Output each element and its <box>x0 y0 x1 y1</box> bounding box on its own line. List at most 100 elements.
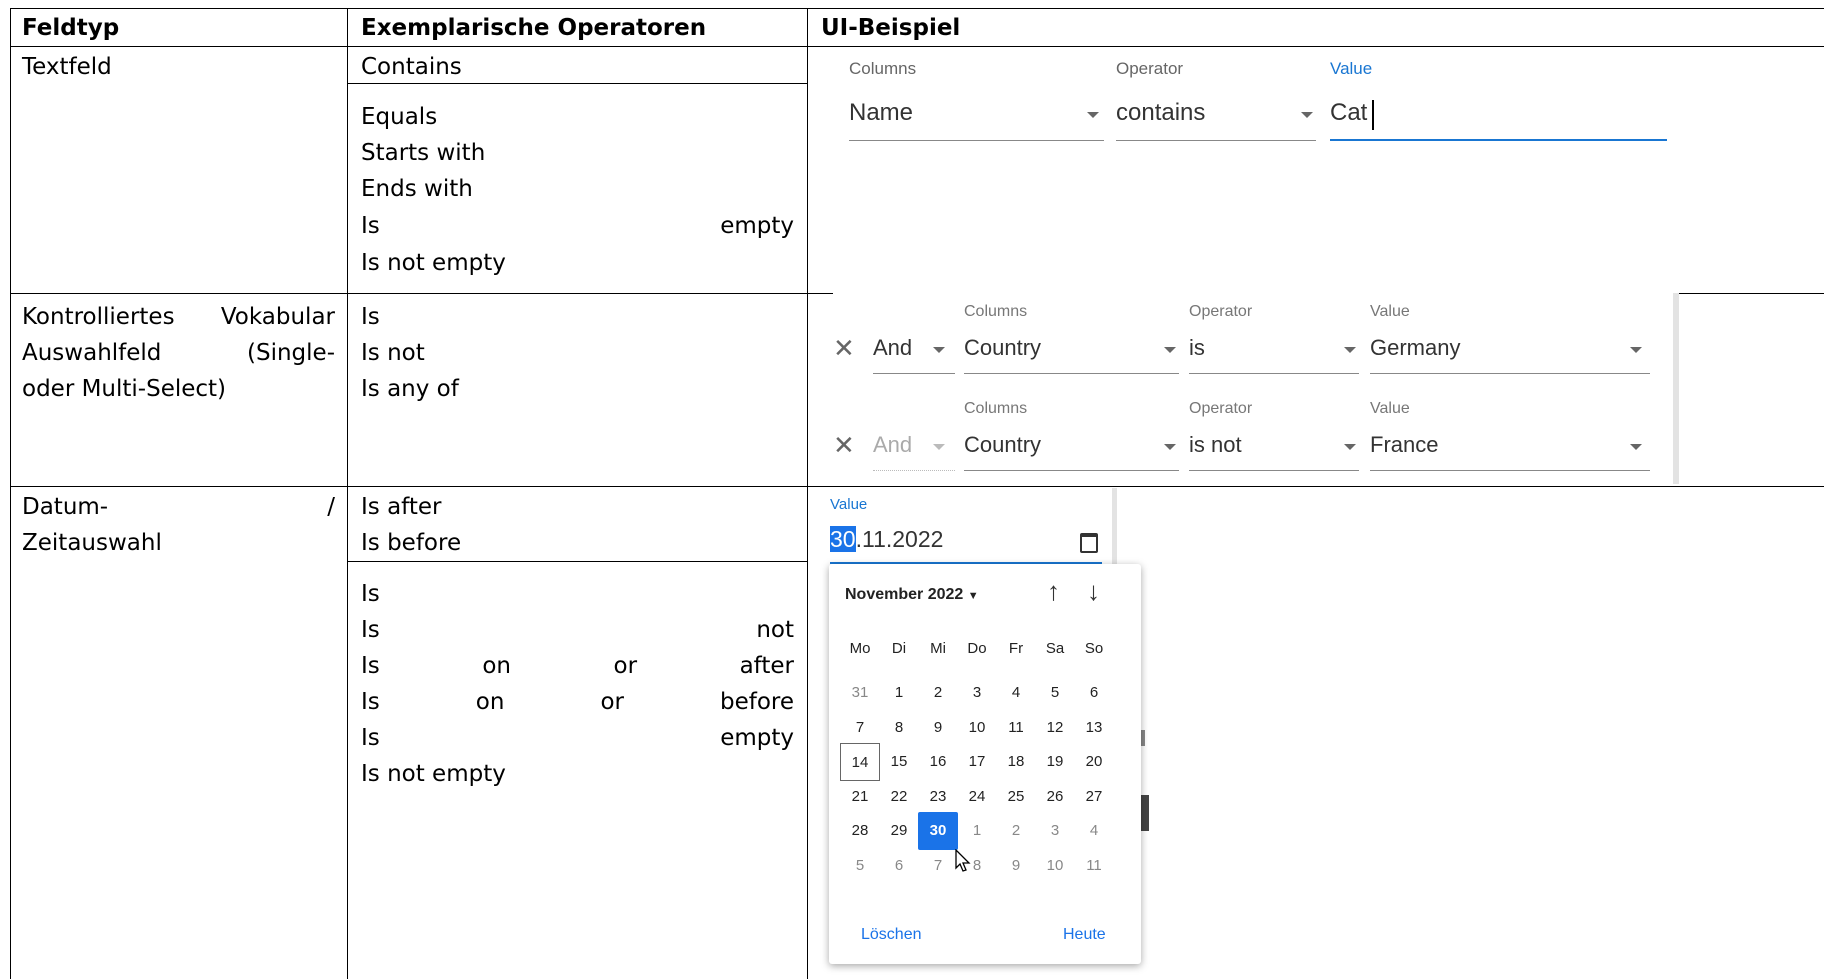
calendar-day[interactable]: 19 <box>1035 743 1075 781</box>
operator-label: Operator <box>1189 400 1253 417</box>
calendar-day-other-month[interactable]: 11 <box>1074 847 1114 885</box>
date-value[interactable]: 30.11.2022 <box>830 526 943 553</box>
grid-top <box>10 8 1824 9</box>
calendar-day[interactable]: 8 <box>879 709 919 747</box>
calendar-day-other-month[interactable]: 9 <box>996 847 1036 885</box>
row1-op-equals: Equals <box>361 104 438 130</box>
value-label: Value <box>830 496 868 513</box>
calendar-day-other-month[interactable]: 7 <box>918 847 958 885</box>
row2-op-is-any-of: Is any of <box>361 376 459 402</box>
calendar-day[interactable]: 12 <box>1035 709 1075 747</box>
calendar-day[interactable]: 22 <box>879 778 919 816</box>
calendar-day[interactable]: 6 <box>1074 674 1114 712</box>
calendar-day[interactable]: 25 <box>996 778 1036 816</box>
close-icon[interactable]: ✕ <box>833 430 855 461</box>
date-rest[interactable]: .11.2022 <box>856 526 944 552</box>
word-on: on <box>482 653 511 679</box>
value-select[interactable]: Germany <box>1370 335 1460 361</box>
row3-op-is-empty: Is empty <box>361 720 794 756</box>
calendar-day[interactable]: 28 <box>840 812 880 850</box>
calendar-day[interactable]: 26 <box>1035 778 1075 816</box>
caret-down-icon: ▼ <box>967 590 979 602</box>
word-is: Is <box>361 689 380 715</box>
background-fragment <box>1141 730 1145 746</box>
columns-select[interactable]: Name <box>849 99 913 127</box>
calendar-day[interactable]: 27 <box>1074 778 1114 816</box>
date-input-field[interactable]: Value 30.11.2022 <box>822 488 1117 564</box>
calendar-day[interactable]: 3 <box>957 674 997 712</box>
clear-button[interactable]: Löschen <box>861 926 922 944</box>
month-year-selector[interactable]: November 2022 ▼ <box>845 586 979 604</box>
calendar-day[interactable]: 20 <box>1074 743 1114 781</box>
word-after: after <box>739 653 794 679</box>
logic-underline <box>873 373 955 374</box>
value-underline <box>1370 373 1650 374</box>
calendar-day[interactable]: 1 <box>879 674 919 712</box>
arrow-down-icon[interactable]: ↓ <box>1087 576 1100 607</box>
word-or: or <box>600 689 624 715</box>
date-day-selected[interactable]: 30 <box>830 526 856 552</box>
chevron-down-icon[interactable] <box>1630 444 1642 450</box>
row3-op-is-after: Is after <box>361 494 442 520</box>
calendar-day[interactable]: 4 <box>996 674 1036 712</box>
calendar-day[interactable]: 29 <box>879 812 919 850</box>
chevron-down-icon[interactable] <box>1164 444 1176 450</box>
operator-underline <box>1189 470 1359 471</box>
calendar-day[interactable]: 7 <box>840 709 880 747</box>
calendar-day-other-month[interactable]: 3 <box>1035 812 1075 850</box>
weekday-label: Sa <box>1045 640 1065 657</box>
value-input[interactable]: Cat <box>1330 99 1367 127</box>
calendar-day[interactable]: 15 <box>879 743 919 781</box>
chevron-down-icon[interactable] <box>1087 112 1099 118</box>
arrow-up-icon[interactable]: ↑ <box>1047 576 1060 607</box>
chevron-down-icon[interactable] <box>1164 347 1176 353</box>
columns-select[interactable]: Country <box>964 335 1041 361</box>
operator-select[interactable]: is <box>1189 335 1205 361</box>
chevron-down-icon[interactable] <box>933 347 945 353</box>
chevron-down-icon[interactable] <box>1630 347 1642 353</box>
value-underline <box>1370 470 1650 471</box>
calendar-day[interactable]: 17 <box>957 743 997 781</box>
calendar-day[interactable]: 30 <box>918 812 958 850</box>
calendar-day[interactable]: 24 <box>957 778 997 816</box>
value-select[interactable]: France <box>1370 432 1438 458</box>
calendar-day[interactable]: 2 <box>918 674 958 712</box>
calendar-day-other-month[interactable]: 6 <box>879 847 919 885</box>
calendar-day[interactable]: 16 <box>918 743 958 781</box>
grid-header-bottom <box>10 46 1824 47</box>
grid-row2-bottom <box>10 486 1824 487</box>
chevron-down-icon[interactable] <box>1344 444 1356 450</box>
columns-label: Columns <box>849 59 917 78</box>
calendar-icon[interactable] <box>1080 533 1098 553</box>
calendar-day-other-month[interactable]: 2 <box>996 812 1036 850</box>
chevron-down-icon[interactable] <box>1301 112 1313 118</box>
chevron-down-icon[interactable] <box>1344 347 1356 353</box>
calendar-day[interactable]: 13 <box>1074 709 1114 747</box>
calendar-day[interactable]: 14 <box>840 743 880 781</box>
calendar-day[interactable]: 18 <box>996 743 1036 781</box>
close-icon[interactable]: ✕ <box>833 333 855 364</box>
columns-select[interactable]: Country <box>964 432 1041 458</box>
calendar-day-other-month[interactable]: 1 <box>957 812 997 850</box>
value-label: Value <box>1370 303 1410 320</box>
calendar-day-other-month[interactable]: 10 <box>1035 847 1075 885</box>
logic-select[interactable]: And <box>873 335 912 361</box>
calendar-day-other-month[interactable]: 4 <box>1074 812 1114 850</box>
calendar-day[interactable]: 11 <box>996 709 1036 747</box>
operator-label: Operator <box>1116 59 1184 78</box>
calendar-day[interactable]: 10 <box>957 709 997 747</box>
calendar-day[interactable]: 9 <box>918 709 958 747</box>
calendar-day[interactable]: 23 <box>918 778 958 816</box>
word-kontrolliertes: Kontrolliertes <box>22 304 175 330</box>
calendar-day-other-month[interactable]: 31 <box>840 674 880 712</box>
row1-op-not-empty: Is not empty <box>361 250 506 276</box>
calendar-day[interactable]: 5 <box>1035 674 1075 712</box>
calendar-day[interactable]: 21 <box>840 778 880 816</box>
operator-select[interactable]: contains <box>1116 99 1205 127</box>
weekday-label: Di <box>891 640 907 657</box>
word-empty: empty <box>720 725 794 751</box>
calendar-day-other-month[interactable]: 5 <box>840 847 880 885</box>
today-button[interactable]: Heute <box>1063 926 1106 944</box>
row1-op-is-empty: Is empty <box>361 208 794 244</box>
operator-select[interactable]: is not <box>1189 432 1242 458</box>
